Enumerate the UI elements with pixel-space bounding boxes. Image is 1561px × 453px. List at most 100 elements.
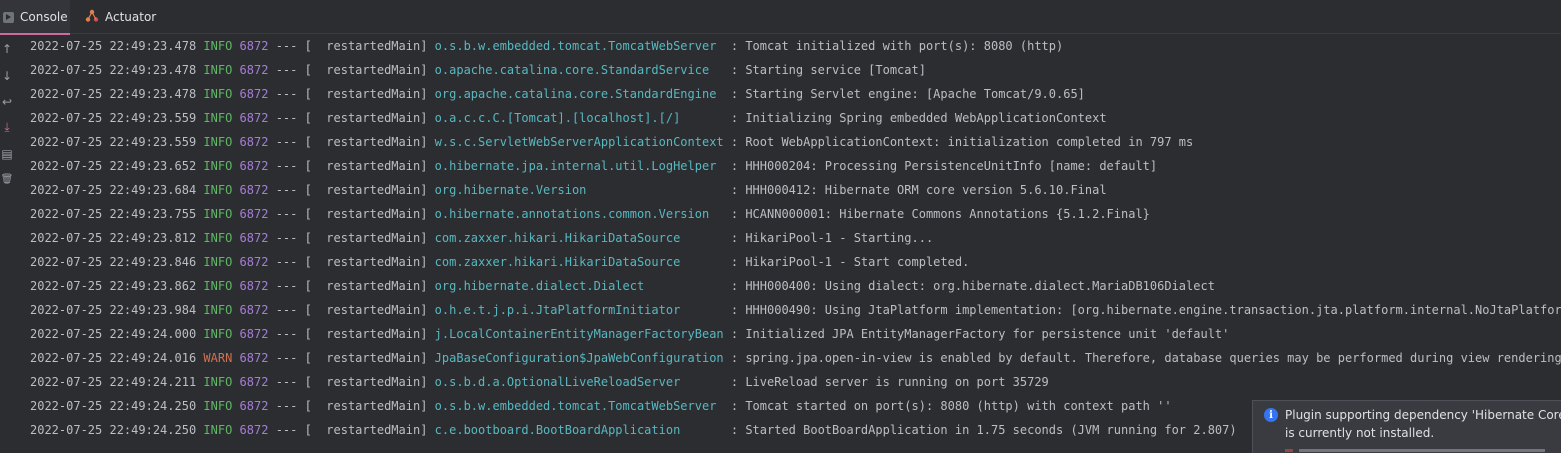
trash-icon[interactable]: 🗑 bbox=[0, 171, 14, 187]
tab-console[interactable]: Console bbox=[0, 0, 70, 35]
log-line: 2022-07-25 22:49:23.559 INFO 6872 --- [ … bbox=[30, 109, 1107, 127]
log-separator: --- bbox=[275, 303, 298, 317]
log-timestamp: 2022-07-25 22:49:24.250 bbox=[30, 423, 197, 437]
log-pid: 6872 bbox=[239, 183, 269, 197]
log-logger: o.apache.catalina.core.StandardService bbox=[434, 63, 724, 77]
log-pid: 6872 bbox=[239, 279, 269, 293]
log-separator: --- bbox=[275, 327, 298, 341]
log-level: INFO bbox=[203, 111, 233, 125]
log-timestamp: 2022-07-25 22:49:24.000 bbox=[30, 327, 197, 341]
log-message: : spring.jpa.open-in-view is enabled by … bbox=[723, 351, 1561, 365]
log-separator: --- bbox=[275, 63, 298, 77]
log-timestamp: 2022-07-25 22:49:23.755 bbox=[30, 207, 197, 221]
log-message: : HikariPool-1 - Starting... bbox=[723, 231, 934, 245]
log-line: 2022-07-25 22:49:23.684 INFO 6872 --- [ … bbox=[30, 181, 1107, 199]
log-timestamp: 2022-07-25 22:49:24.016 bbox=[30, 351, 197, 365]
log-logger: w.s.c.ServletWebServerApplicationContext bbox=[434, 135, 724, 149]
log-line: 2022-07-25 22:49:23.478 INFO 6872 --- [ … bbox=[30, 37, 1063, 55]
log-message: : Starting Servlet engine: [Apache Tomca… bbox=[723, 87, 1085, 101]
log-level: INFO bbox=[203, 135, 233, 149]
log-level: INFO bbox=[203, 375, 233, 389]
log-thread: [ restartedMain] bbox=[304, 423, 428, 437]
arrow-up-icon[interactable]: ↑ bbox=[0, 41, 14, 57]
log-thread: [ restartedMain] bbox=[304, 255, 428, 269]
soft-wrap-icon[interactable]: ↩ bbox=[0, 94, 14, 110]
log-thread: [ restartedMain] bbox=[304, 87, 428, 101]
log-pid: 6872 bbox=[239, 255, 269, 269]
log-line: 2022-07-25 22:49:23.478 INFO 6872 --- [ … bbox=[30, 85, 1085, 103]
log-timestamp: 2022-07-25 22:49:23.684 bbox=[30, 183, 197, 197]
log-thread: [ restartedMain] bbox=[304, 375, 428, 389]
scroll-to-end-icon[interactable]: ⤓ bbox=[0, 119, 14, 135]
log-thread: [ restartedMain] bbox=[304, 279, 428, 293]
log-line: 2022-07-25 22:49:24.211 INFO 6872 --- [ … bbox=[30, 373, 1049, 391]
log-level: INFO bbox=[203, 87, 233, 101]
print-icon[interactable]: ▤ bbox=[0, 146, 14, 162]
log-level: INFO bbox=[203, 303, 233, 317]
log-level: INFO bbox=[203, 207, 233, 221]
log-logger: org.hibernate.Version bbox=[434, 183, 724, 197]
log-message: : Tomcat started on port(s): 8080 (http)… bbox=[723, 399, 1172, 413]
log-line: 2022-07-25 22:49:23.559 INFO 6872 --- [ … bbox=[30, 133, 1193, 151]
log-separator: --- bbox=[275, 279, 298, 293]
log-timestamp: 2022-07-25 22:49:23.559 bbox=[30, 111, 197, 125]
log-logger: o.hibernate.annotations.common.Version bbox=[434, 207, 724, 221]
log-separator: --- bbox=[275, 183, 298, 197]
log-line: 2022-07-25 22:49:24.016 WARN 6872 --- [ … bbox=[30, 349, 1561, 367]
tab-actuator[interactable]: Actuator bbox=[82, 0, 156, 34]
log-message: : HCANN000001: Hibernate Commons Annotat… bbox=[723, 207, 1150, 221]
console-output[interactable]: 2022-07-25 22:49:23.478 INFO 6872 --- [ … bbox=[30, 35, 1561, 453]
log-line: 2022-07-25 22:49:23.862 INFO 6872 --- [ … bbox=[30, 277, 1215, 295]
log-message: : Initializing Spring embedded WebApplic… bbox=[723, 111, 1107, 125]
log-separator: --- bbox=[275, 87, 298, 101]
log-logger: org.hibernate.dialect.Dialect bbox=[434, 279, 724, 293]
log-line: 2022-07-25 22:49:23.846 INFO 6872 --- [ … bbox=[30, 253, 969, 271]
log-level: INFO bbox=[203, 231, 233, 245]
log-pid: 6872 bbox=[239, 159, 269, 173]
log-line: 2022-07-25 22:49:24.000 INFO 6872 --- [ … bbox=[30, 325, 1229, 343]
log-logger: o.s.b.w.embedded.tomcat.TomcatWebServer bbox=[434, 399, 724, 413]
log-logger: o.s.b.d.a.OptionalLiveReloadServer bbox=[434, 375, 724, 389]
log-pid: 6872 bbox=[239, 135, 269, 149]
plugin-notification[interactable]: i Plugin supporting dependency 'Hibernat… bbox=[1252, 400, 1561, 453]
console-icon bbox=[3, 11, 14, 23]
log-pid: 6872 bbox=[239, 303, 269, 317]
log-line: 2022-07-25 22:49:24.250 INFO 6872 --- [ … bbox=[30, 397, 1172, 415]
log-timestamp: 2022-07-25 22:49:23.846 bbox=[30, 255, 197, 269]
log-line: 2022-07-25 22:49:24.250 INFO 6872 --- [ … bbox=[30, 421, 1237, 439]
log-line: 2022-07-25 22:49:23.812 INFO 6872 --- [ … bbox=[30, 229, 933, 247]
log-pid: 6872 bbox=[239, 207, 269, 221]
log-separator: --- bbox=[275, 375, 298, 389]
log-thread: [ restartedMain] bbox=[304, 399, 428, 413]
log-logger: com.zaxxer.hikari.HikariDataSource bbox=[434, 255, 724, 269]
tab-actuator-label: Actuator bbox=[105, 10, 157, 24]
log-message: : LiveReload server is running on port 3… bbox=[723, 375, 1049, 389]
log-level: INFO bbox=[203, 63, 233, 77]
notification-action-link[interactable] bbox=[1285, 449, 1545, 453]
log-logger: JpaBaseConfiguration$JpaWebConfiguration bbox=[434, 351, 724, 365]
log-logger: org.apache.catalina.core.StandardEngine bbox=[434, 87, 724, 101]
log-separator: --- bbox=[275, 39, 298, 53]
log-timestamp: 2022-07-25 22:49:23.812 bbox=[30, 231, 197, 245]
log-level: INFO bbox=[203, 327, 233, 341]
log-thread: [ restartedMain] bbox=[304, 303, 428, 317]
log-level: INFO bbox=[203, 183, 233, 197]
log-logger: j.LocalContainerEntityManagerFactoryBean bbox=[434, 327, 724, 341]
log-line: 2022-07-25 22:49:23.755 INFO 6872 --- [ … bbox=[30, 205, 1150, 223]
log-level: INFO bbox=[203, 423, 233, 437]
log-pid: 6872 bbox=[239, 87, 269, 101]
log-thread: [ restartedMain] bbox=[304, 63, 428, 77]
arrow-down-icon[interactable]: ↓ bbox=[0, 68, 14, 84]
log-pid: 6872 bbox=[239, 423, 269, 437]
log-message: : HHH000412: Hibernate ORM core version … bbox=[723, 183, 1107, 197]
log-separator: --- bbox=[275, 231, 298, 245]
log-logger: o.h.e.t.j.p.i.JtaPlatformInitiator bbox=[434, 303, 724, 317]
log-logger: o.a.c.c.C.[Tomcat].[localhost].[/] bbox=[434, 111, 724, 125]
log-level: INFO bbox=[203, 39, 233, 53]
log-separator: --- bbox=[275, 135, 298, 149]
log-separator: --- bbox=[275, 351, 298, 365]
log-thread: [ restartedMain] bbox=[304, 327, 428, 341]
log-timestamp: 2022-07-25 22:49:24.250 bbox=[30, 399, 197, 413]
log-message: : Initialized JPA EntityManagerFactory f… bbox=[723, 327, 1230, 341]
log-line: 2022-07-25 22:49:23.652 INFO 6872 --- [ … bbox=[30, 157, 1157, 175]
